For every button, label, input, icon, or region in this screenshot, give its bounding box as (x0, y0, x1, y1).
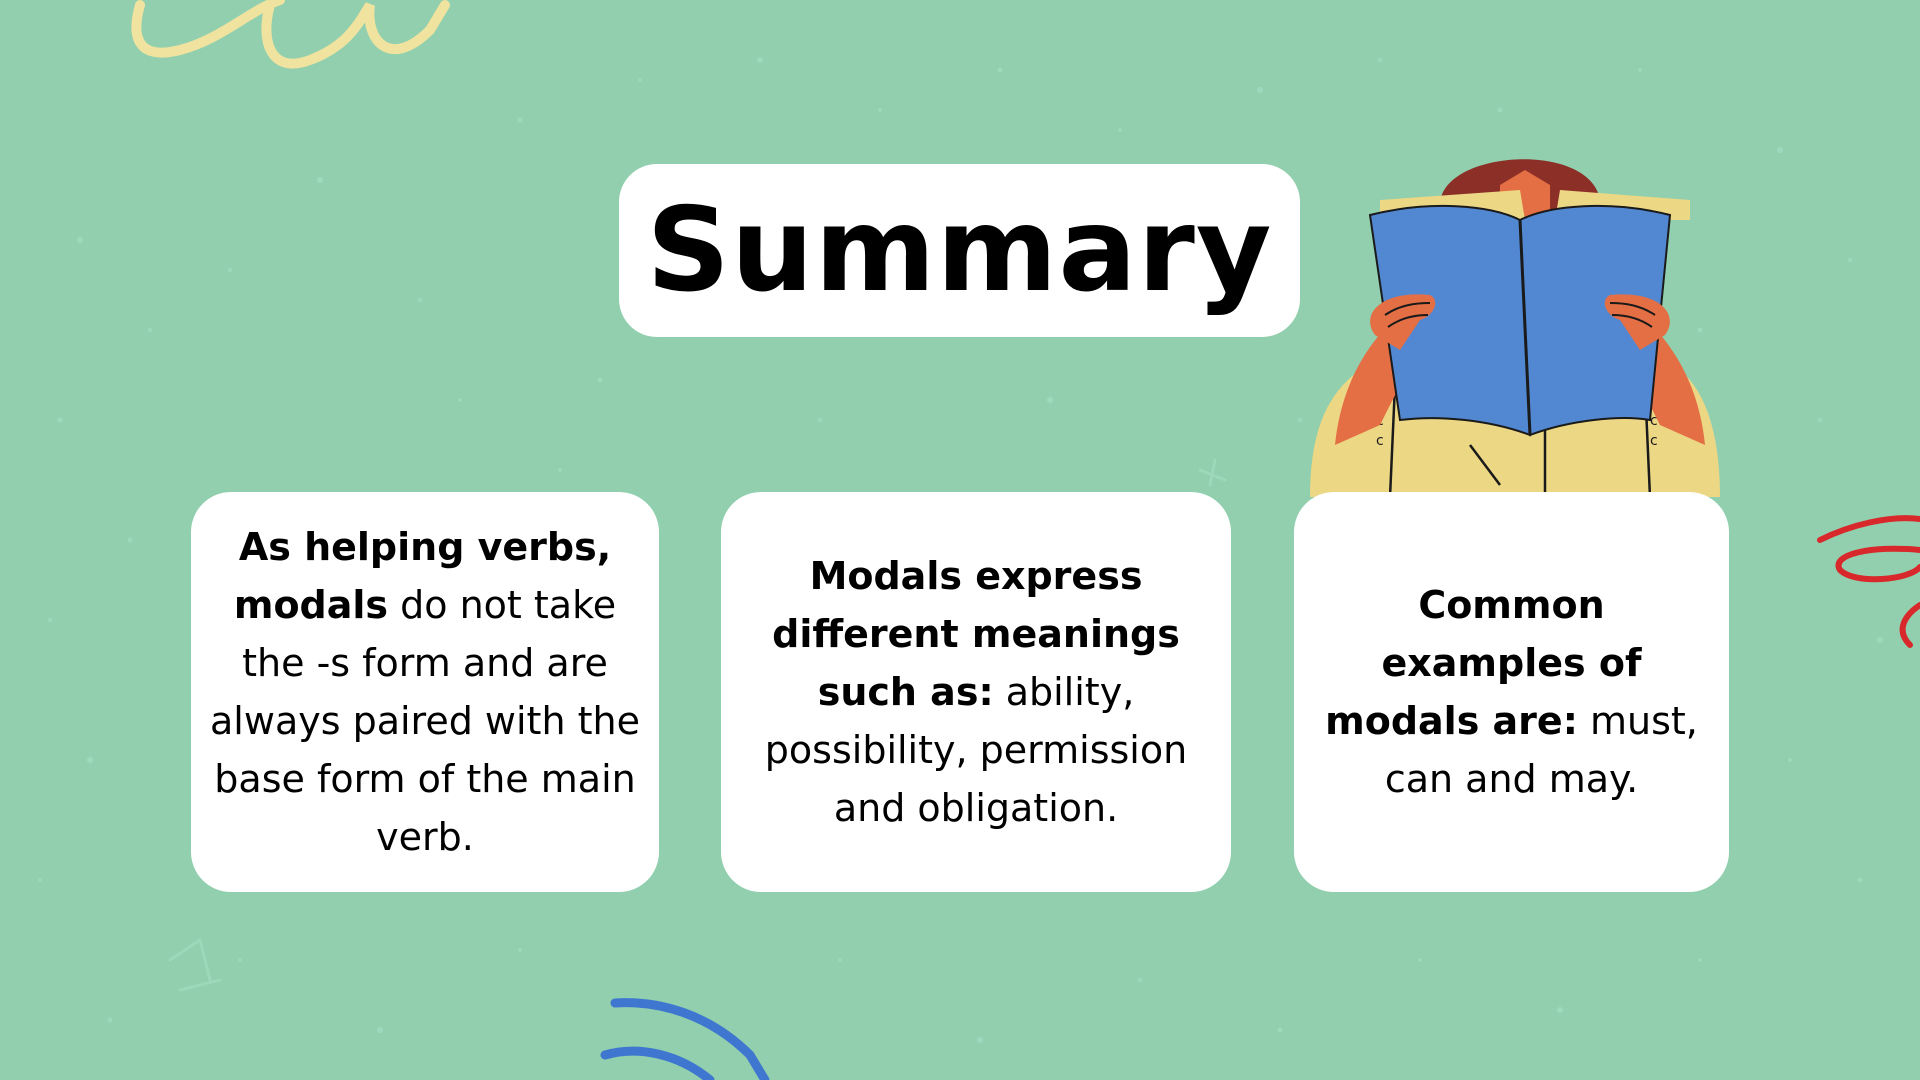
svg-text:c: c (1376, 433, 1384, 449)
card-text: Common examples of modals are: must, can… (1312, 576, 1711, 808)
title-box: Summary (619, 164, 1300, 337)
summary-card-examples: Common examples of modals are: must, can… (1294, 492, 1729, 892)
card-text: As helping verbs, modals do not take the… (209, 518, 641, 866)
page-title: Summary (646, 182, 1273, 318)
svg-text:c: c (1650, 433, 1658, 449)
summary-card-meanings: Modals express different meanings such a… (721, 492, 1231, 892)
summary-card-helping-verbs: As helping verbs, modals do not take the… (191, 492, 659, 892)
card-text: Modals express different meanings such a… (739, 547, 1213, 837)
person-reading-book-icon: c c c c (1310, 159, 1720, 497)
red-scribble-icon (1817, 515, 1920, 648)
blue-scribble-icon (600, 998, 770, 1080)
yellow-scribble-icon (131, 0, 450, 69)
